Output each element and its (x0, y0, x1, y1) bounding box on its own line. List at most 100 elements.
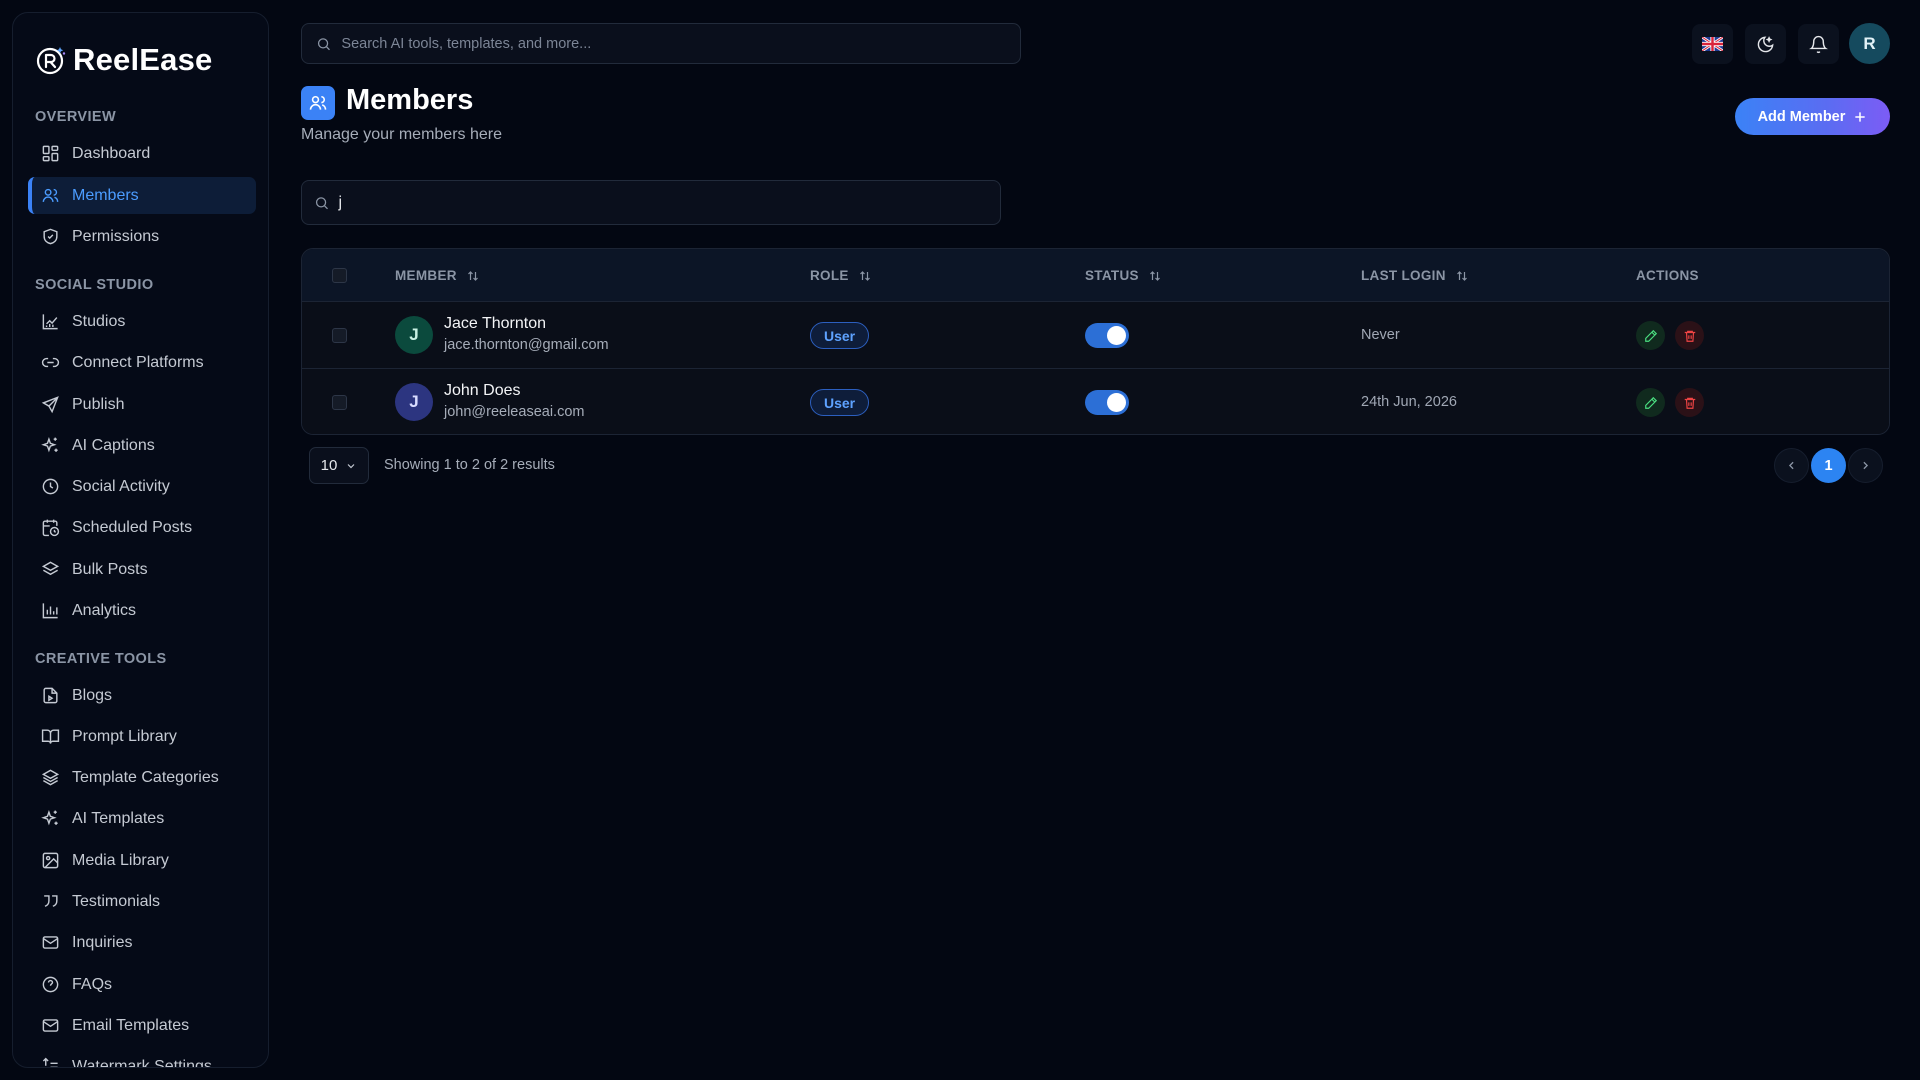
toggle-knob (1107, 393, 1126, 412)
sidebar-item-label: FAQs (72, 975, 113, 993)
select-all-checkbox[interactable] (332, 268, 347, 283)
plus-icon (1855, 111, 1866, 122)
page-subtitle: Manage your members here (301, 126, 502, 143)
sidebar: ReelEase OVERVIEW Dashboard Members Perm… (12, 12, 269, 1068)
sidebar-item-email-templates[interactable]: Email Templates (28, 1007, 256, 1044)
trash-icon (1684, 397, 1695, 409)
sidebar-item-label: Inquiries (72, 933, 133, 951)
sidebar-item-template-categories[interactable]: Template Categories (28, 759, 256, 796)
sidebar-item-label: AI Templates (72, 809, 165, 827)
sidebar-item-social-activity[interactable]: Social Activity (28, 468, 256, 505)
mail-icon (42, 936, 59, 949)
sidebar-item-inquiries[interactable]: Inquiries (28, 924, 256, 961)
delete-button[interactable] (1675, 321, 1704, 350)
sidebar-item-bulk-posts[interactable]: Bulk Posts (28, 551, 256, 588)
sidebar-item-label: Prompt Library (72, 727, 177, 745)
page-button-1[interactable]: 1 (1811, 448, 1846, 483)
column-header-member[interactable]: MEMBER (395, 249, 479, 302)
delete-button[interactable] (1675, 388, 1704, 417)
sidebar-item-connect-platforms[interactable]: Connect Platforms (28, 344, 256, 381)
dashboard-icon (42, 145, 59, 162)
sidebar-item-label: Bulk Posts (72, 560, 148, 578)
notifications-button[interactable] (1798, 24, 1839, 64)
role-badge: User (810, 322, 870, 349)
sidebar-item-label: Social Activity (72, 477, 170, 495)
sidebar-item-analytics[interactable]: Analytics (28, 592, 256, 629)
sidebar-item-prompt-library[interactable]: Prompt Library (28, 718, 256, 755)
last-login: Never (1361, 327, 1400, 343)
status-toggle[interactable] (1085, 323, 1129, 348)
sidebar-item-publish[interactable]: Publish (28, 386, 256, 423)
member-search-input[interactable] (338, 193, 1000, 212)
edit-button[interactable] (1636, 321, 1665, 350)
theme-toggle-button[interactable] (1745, 24, 1786, 64)
brand-logo-icon (36, 47, 66, 75)
page-title: Members (346, 84, 474, 116)
member-name: Jace Thornton (444, 315, 546, 332)
user-avatar[interactable]: R (1849, 23, 1890, 64)
sidebar-item-ai-captions[interactable]: AI Captions (28, 427, 256, 464)
role-badge: User (810, 389, 870, 416)
column-header-role[interactable]: ROLE (810, 249, 871, 302)
nav-section-creative-tools: CREATIVE TOOLS (35, 651, 167, 667)
help-circle-icon (42, 976, 59, 993)
next-page-button[interactable] (1848, 448, 1883, 483)
page-size-value: 10 (320, 457, 338, 474)
global-search-input[interactable] (341, 35, 1020, 52)
avatar: J (395, 316, 433, 354)
sidebar-item-label: Dashboard (72, 144, 151, 162)
trash-icon (1684, 330, 1695, 342)
sidebar-item-label: Permissions (72, 227, 160, 245)
status-toggle[interactable] (1085, 390, 1129, 415)
sidebar-item-ai-templates[interactable]: AI Templates (28, 800, 256, 837)
row-checkbox[interactable] (332, 395, 347, 410)
text-format-icon (42, 1057, 58, 1067)
sidebar-item-faqs[interactable]: FAQs (28, 966, 256, 1003)
sidebar-item-label: Watermark Settings (72, 1057, 212, 1068)
sidebar-item-permissions[interactable]: Permissions (28, 218, 256, 255)
column-label: ACTIONS (1636, 268, 1699, 283)
sidebar-item-label: Blogs (72, 686, 113, 704)
file-icon (43, 687, 58, 704)
calendar-clock-icon (42, 519, 60, 537)
row-checkbox[interactable] (332, 328, 347, 343)
sidebar-item-scheduled-posts[interactable]: Scheduled Posts (28, 509, 256, 546)
uk-flag-icon (1702, 37, 1723, 51)
column-header-last-login[interactable]: LAST LOGIN (1361, 249, 1468, 302)
sidebar-item-label: Connect Platforms (72, 353, 204, 371)
brand-name: ReelEase (73, 42, 213, 77)
sidebar-item-watermark-settings[interactable]: Watermark Settings (28, 1048, 256, 1068)
chevron-left-icon (1788, 461, 1794, 470)
sort-icon (1149, 270, 1160, 281)
member-email: john@reeleaseai.com (444, 404, 585, 420)
sidebar-item-blogs[interactable]: Blogs (28, 677, 256, 714)
sidebar-item-label: Email Templates (72, 1016, 190, 1034)
edit-button[interactable] (1636, 388, 1665, 417)
sidebar-item-label: AI Captions (72, 436, 155, 454)
sidebar-item-media-library[interactable]: Media Library (28, 842, 256, 879)
page-size-select[interactable]: 10 (309, 447, 369, 484)
sidebar-item-studios[interactable]: Studios (28, 303, 256, 340)
sidebar-item-dashboard[interactable]: Dashboard (28, 135, 256, 172)
column-header-status[interactable]: STATUS (1085, 249, 1161, 302)
sort-icon (859, 270, 870, 281)
member-search[interactable] (301, 180, 1001, 225)
members-table: MEMBER ROLE STATUS LAST LOGIN ACTIONS J … (301, 248, 1890, 435)
add-member-label: Add Member (1757, 108, 1846, 125)
member-email: jace.thornton@gmail.com (444, 337, 609, 353)
sidebar-item-label: Members (72, 186, 139, 204)
sidebar-item-members[interactable]: Members (28, 177, 256, 214)
previous-page-button[interactable] (1774, 448, 1809, 483)
column-label: ROLE (810, 268, 849, 283)
brand[interactable]: ReelEase (35, 31, 212, 89)
users-icon (42, 188, 59, 202)
send-icon (41, 396, 59, 414)
global-search[interactable] (301, 23, 1021, 64)
sidebar-item-label: Scheduled Posts (72, 518, 193, 536)
add-member-button[interactable]: Add Member (1735, 98, 1890, 135)
sidebar-item-testimonials[interactable]: Testimonials (28, 883, 256, 920)
language-button[interactable] (1692, 24, 1733, 64)
pencil-icon (1644, 329, 1657, 342)
sort-icon (1456, 270, 1467, 281)
sort-icon (467, 270, 478, 281)
